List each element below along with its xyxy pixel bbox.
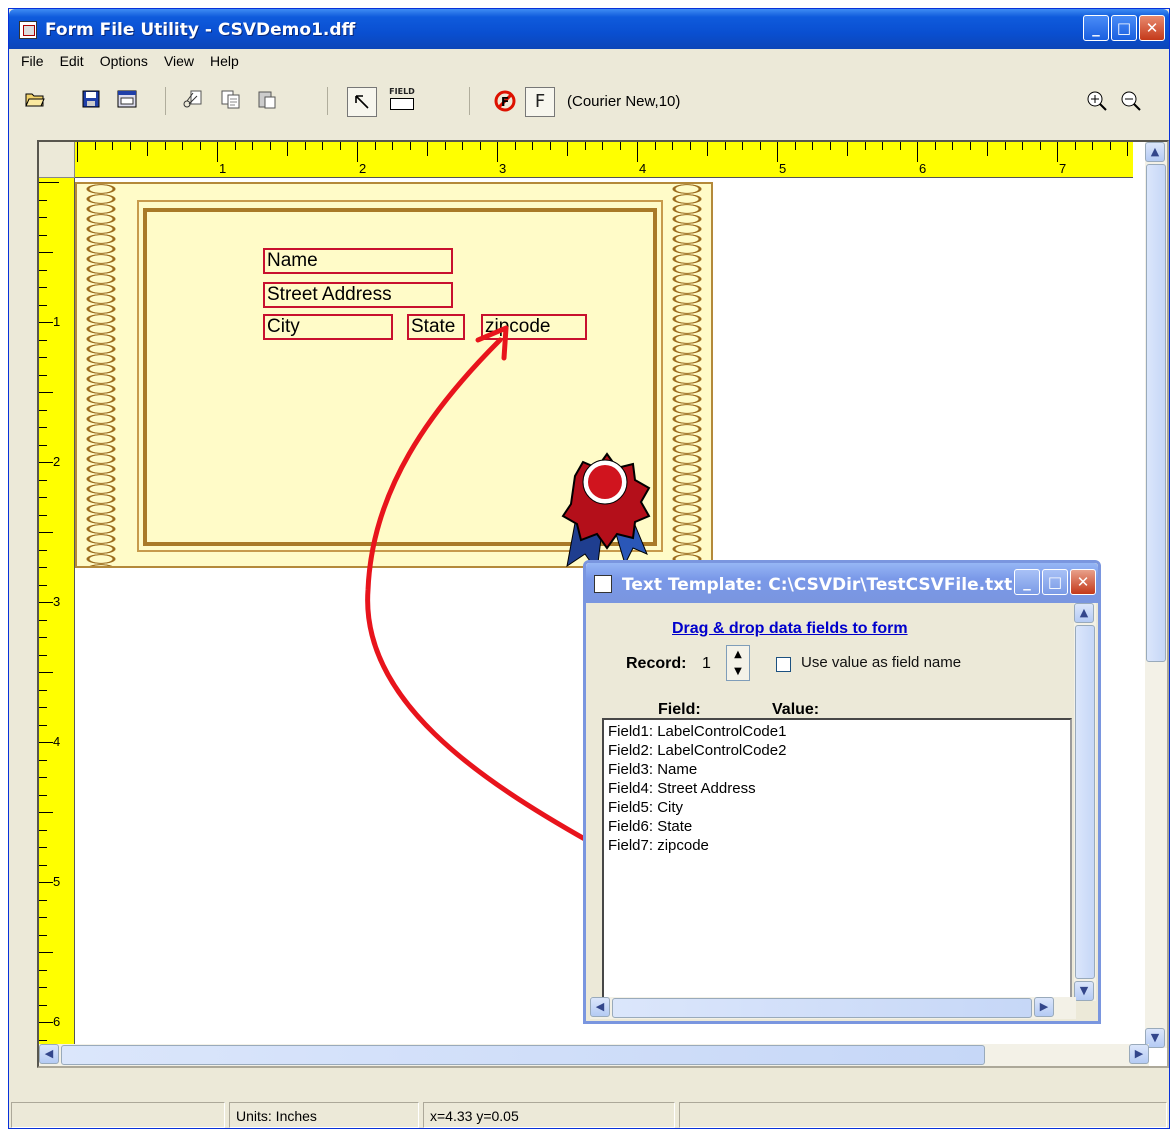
list-item[interactable]: Field1: LabelControlCode1	[608, 722, 786, 741]
value-column-header: Value:	[772, 701, 820, 718]
use-value-checkbox[interactable]	[776, 657, 791, 672]
template-scroll-right-icon[interactable]: ▶	[1034, 997, 1054, 1017]
template-app-icon	[594, 575, 612, 593]
spinner-up-icon[interactable]: ▲	[727, 646, 749, 663]
record-value: 1	[702, 655, 711, 672]
text-template-title-bar[interactable]: Text Template: C:\CSVDir\TestCSVFile.txt…	[586, 563, 1098, 603]
list-item[interactable]: Field4: Street Address	[608, 779, 756, 798]
template-scroll-up-icon[interactable]: ▲	[1074, 603, 1094, 623]
template-vertical-scrollbar[interactable]: ▲ ▼	[1074, 603, 1096, 1001]
record-label: Record:	[626, 655, 687, 672]
text-template-window[interactable]: Text Template: C:\CSVDir\TestCSVFile.txt…	[583, 560, 1101, 1024]
list-item[interactable]: Field3: Name	[608, 760, 697, 779]
list-item[interactable]: Field5: City	[608, 798, 683, 817]
spinner-down-icon[interactable]: ▼	[727, 663, 749, 680]
template-maximize-button[interactable]: □	[1042, 569, 1068, 595]
record-spinner[interactable]: ▲ ▼	[726, 645, 750, 681]
template-close-button[interactable]: ✕	[1070, 569, 1096, 595]
template-scroll-down-icon[interactable]: ▼	[1074, 981, 1094, 1001]
use-value-label: Use value as field name	[801, 654, 962, 671]
fields-listbox[interactable]: Field1: LabelControlCode1 Field2: LabelC…	[602, 718, 1072, 1002]
list-item[interactable]: Field6: State	[608, 817, 692, 836]
drag-drop-link[interactable]: Drag & drop data fields to form	[672, 620, 908, 638]
template-vertical-thumb[interactable]	[1075, 625, 1095, 979]
text-template-title: Text Template: C:\CSVDir\TestCSVFile.txt	[622, 575, 1013, 595]
list-item[interactable]: Field7: zipcode	[608, 836, 709, 855]
template-horizontal-scrollbar[interactable]: ◀ ▶	[590, 997, 1076, 1019]
template-scroll-left-icon[interactable]: ◀	[590, 997, 610, 1017]
template-minimize-button[interactable]: _	[1014, 569, 1040, 595]
field-column-header: Field:	[658, 701, 701, 718]
template-horizontal-thumb[interactable]	[612, 998, 1032, 1018]
list-item[interactable]: Field2: LabelControlCode2	[608, 741, 786, 760]
